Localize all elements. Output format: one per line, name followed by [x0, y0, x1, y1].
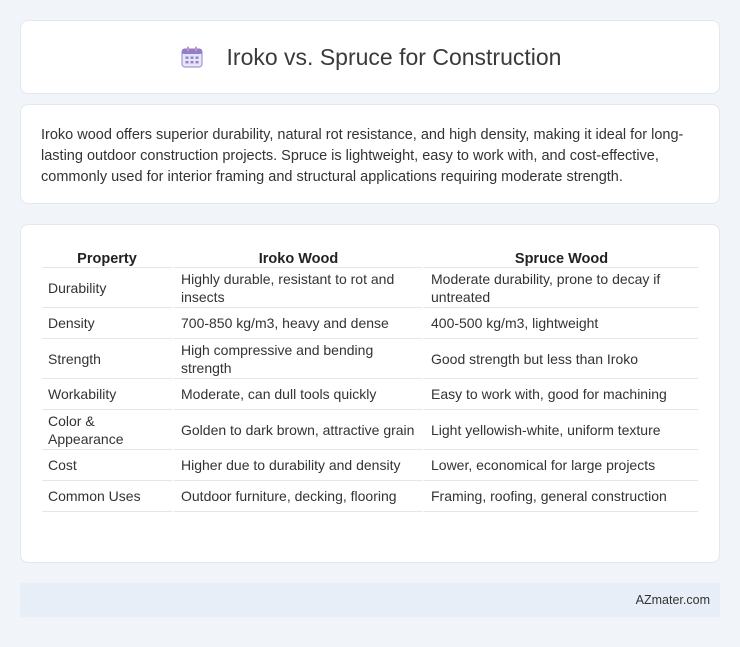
comparison-table: Property Iroko Wood Spruce Wood Durabili…: [42, 247, 698, 512]
cell-spruce: Light yellowish-white, uniform texture: [422, 410, 698, 450]
cell-iroko: Moderate, can dull tools quickly: [172, 379, 422, 410]
intro-card: Iroko wood offers superior durability, n…: [20, 104, 720, 204]
header-spruce: Spruce Wood: [422, 247, 698, 268]
table-row: Common Uses Outdoor furniture, decking, …: [42, 481, 698, 512]
header-property: Property: [42, 247, 172, 268]
table-row: Strength High compressive and bending st…: [42, 339, 698, 379]
footer: AZmater.com: [20, 583, 720, 617]
cell-property: Cost: [42, 450, 172, 481]
cell-spruce: Lower, economical for large projects: [422, 450, 698, 481]
header: Iroko vs. Spruce for Construction: [179, 43, 562, 71]
cell-iroko: High compressive and bending strength: [172, 339, 422, 379]
calendar-icon: [180, 46, 203, 68]
cell-property: Strength: [42, 339, 172, 379]
cell-property: Workability: [42, 379, 172, 410]
cell-iroko: Outdoor furniture, decking, flooring: [172, 481, 422, 512]
footer-site-link[interactable]: AZmater.com: [636, 593, 710, 607]
page-title: Iroko vs. Spruce for Construction: [226, 43, 562, 70]
table-row: Density 700-850 kg/m3, heavy and dense 4…: [42, 308, 698, 339]
cell-iroko: Golden to dark brown, attractive grain: [172, 410, 422, 450]
table-row: Workability Moderate, can dull tools qui…: [42, 379, 698, 410]
cell-property: Density: [42, 308, 172, 339]
cell-spruce: Framing, roofing, general construction: [422, 481, 698, 512]
cell-iroko: 700-850 kg/m3, heavy and dense: [172, 308, 422, 339]
header-card: Iroko vs. Spruce for Construction: [20, 20, 720, 94]
table-row: Color & Appearance Golden to dark brown,…: [42, 410, 698, 450]
comparison-card: Property Iroko Wood Spruce Wood Durabili…: [20, 224, 720, 563]
table-row: Cost Higher due to durability and densit…: [42, 450, 698, 481]
cell-spruce: Moderate durability, prone to decay if u…: [422, 268, 698, 308]
cell-spruce: Easy to work with, good for machining: [422, 379, 698, 410]
intro-text: Iroko wood offers superior durability, n…: [41, 127, 684, 185]
cell-property: Common Uses: [42, 481, 172, 512]
header-iroko: Iroko Wood: [172, 247, 422, 268]
cell-property: Color & Appearance: [42, 410, 172, 450]
cell-property: Durability: [42, 268, 172, 308]
table-header-row: Property Iroko Wood Spruce Wood: [42, 247, 698, 268]
cell-iroko: Higher due to durability and density: [172, 450, 422, 481]
table-row: Durability Highly durable, resistant to …: [42, 268, 698, 308]
cell-iroko: Highly durable, resistant to rot and ins…: [172, 268, 422, 308]
cell-spruce: Good strength but less than Iroko: [422, 339, 698, 379]
cell-spruce: 400-500 kg/m3, lightweight: [422, 308, 698, 339]
